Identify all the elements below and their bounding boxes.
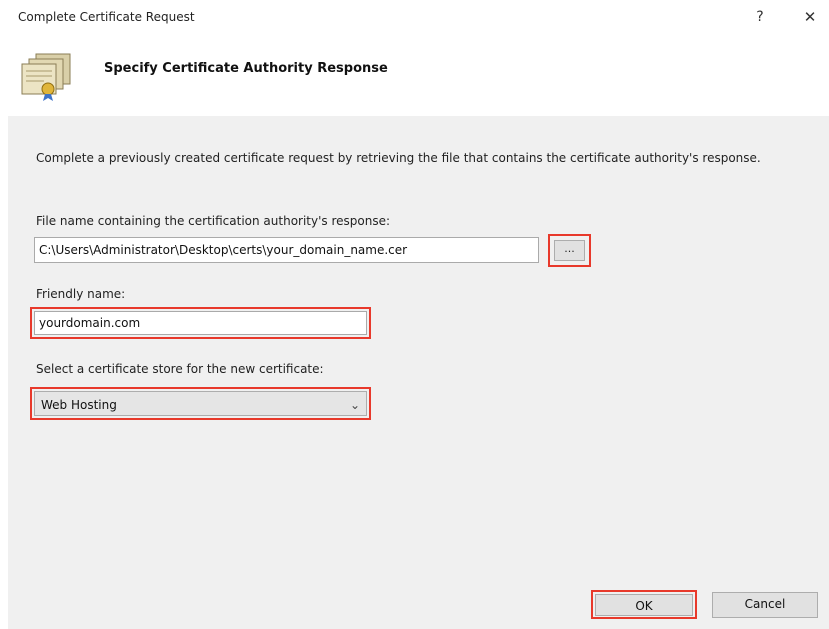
- help-button[interactable]: ?: [752, 7, 768, 27]
- friendly-name-label: Friendly name:: [36, 287, 126, 301]
- description-text: Complete a previously created certificat…: [36, 151, 761, 165]
- certificate-store-value: Web Hosting: [41, 398, 117, 412]
- dialog-content: Complete a previously created certificat…: [8, 116, 829, 629]
- certificate-icon: [21, 53, 71, 101]
- ok-button[interactable]: OK: [595, 594, 693, 616]
- window-title: Complete Certificate Request: [18, 10, 195, 24]
- close-button[interactable]: ✕: [800, 7, 820, 27]
- dialog-header: Specify Certificate Authority Response: [0, 36, 829, 116]
- certificate-store-select[interactable]: Web Hosting ⌄: [34, 391, 367, 416]
- browse-button[interactable]: ...: [554, 240, 585, 261]
- cancel-button[interactable]: Cancel: [712, 592, 818, 618]
- page-title: Specify Certificate Authority Response: [104, 61, 388, 76]
- certificate-store-label: Select a certificate store for the new c…: [36, 362, 324, 376]
- file-name-input[interactable]: [34, 237, 539, 263]
- file-name-label: File name containing the certification a…: [36, 214, 391, 228]
- title-bar: Complete Certificate Request ? ✕: [0, 0, 829, 36]
- friendly-name-input[interactable]: [34, 311, 367, 335]
- chevron-down-icon: ⌄: [349, 398, 360, 412]
